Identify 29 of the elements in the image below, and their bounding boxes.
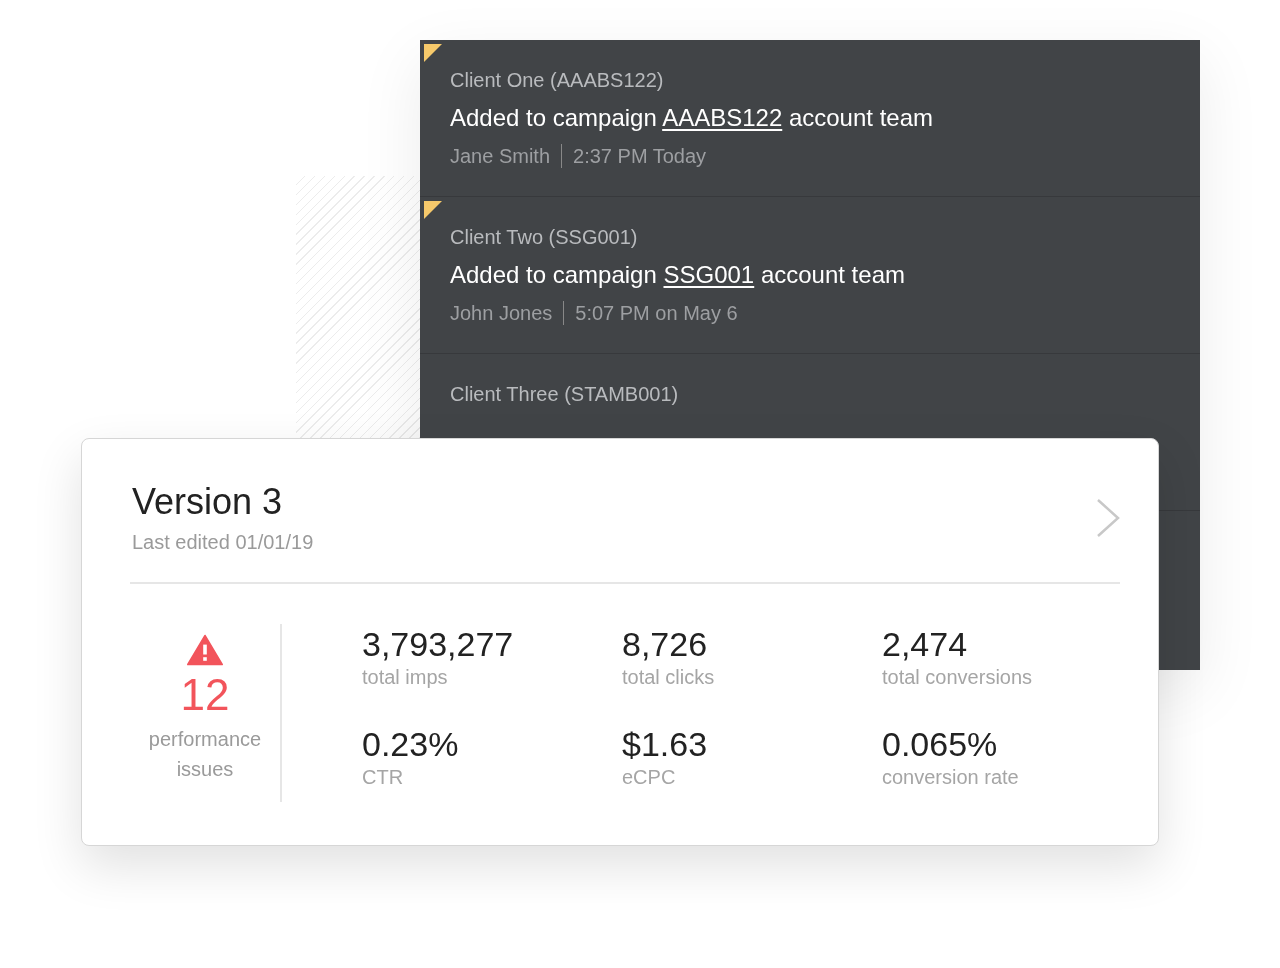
warning-icon	[187, 634, 223, 666]
issues-label: performance issues	[147, 727, 263, 782]
metric-value: 8,726	[622, 624, 709, 664]
activity-message: Added to campaign SSG001 account team	[450, 260, 906, 290]
client-name: Client Two (SSG001)	[450, 225, 639, 250]
metric-label: total conversions	[882, 665, 1034, 690]
metric-label: eCPC	[622, 765, 677, 790]
chevron-right-icon[interactable]	[1096, 497, 1120, 538]
timestamp: 5:07 PM on May 6	[575, 301, 738, 326]
last-edited-text: Last edited 01/01/19	[132, 531, 314, 554]
metric-label: conversion rate	[882, 765, 1020, 790]
metric-value: 0.23%	[362, 724, 460, 764]
metric-value: 3,793,277	[362, 624, 515, 664]
client-name: Client Three (STAMB001)	[450, 382, 680, 407]
metric-value: $1.63	[622, 724, 709, 764]
issue-count: 12	[180, 670, 230, 720]
timestamp: 2:37 PM Today	[573, 144, 707, 169]
metric-label: total clicks	[622, 665, 716, 690]
campaign-link[interactable]: SSG001	[663, 261, 755, 288]
version-title: Version 3	[132, 481, 284, 523]
metric-label: total imps	[362, 665, 449, 690]
author-name: Jane Smith	[450, 144, 551, 169]
activity-message: Added to campaign AAABS122 account team	[450, 103, 934, 133]
campaign-link[interactable]: AAABS122	[662, 104, 783, 131]
metric-value: 0.065%	[882, 724, 999, 764]
author-name: John Jones	[450, 301, 553, 326]
client-name: Client One (AAABS122)	[450, 68, 665, 93]
metric-value: 2,474	[882, 624, 969, 664]
metric-label: CTR	[362, 765, 405, 790]
